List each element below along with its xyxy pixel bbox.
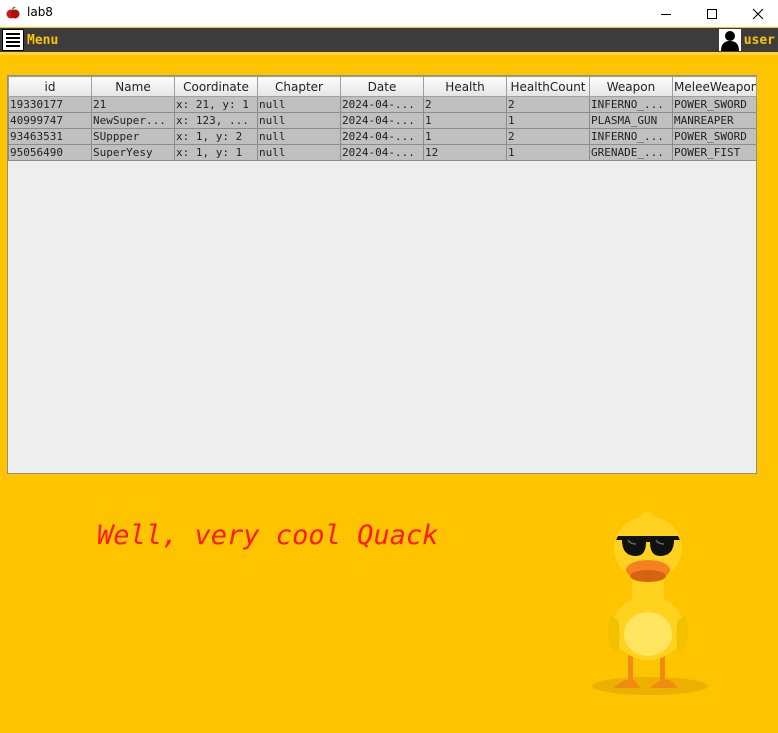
table-row[interactable]: 40999747 NewSuper... x: 123, ... null 20…	[8, 112, 757, 129]
column-header-coordinate[interactable]: Coordinate	[174, 76, 258, 97]
table-cell[interactable]: x: 123, ...	[174, 112, 258, 129]
table-cell[interactable]: 1	[506, 112, 590, 129]
table-cell[interactable]: POWER_FIST	[672, 144, 757, 161]
table-row[interactable]: 19330177 21 x: 21, y: 1 null 2024-04-...…	[8, 96, 757, 113]
table-cell[interactable]: POWER_SWORD	[672, 96, 757, 113]
table-cell[interactable]: 1	[423, 128, 507, 145]
column-header-meleeweapon[interactable]: MeleeWeapon	[672, 76, 757, 97]
quack-caption: Well, very cool Quack	[97, 520, 439, 551]
table-cell[interactable]: 2	[423, 96, 507, 113]
minimize-button[interactable]	[643, 0, 689, 27]
table-cell[interactable]: 93463531	[8, 128, 92, 145]
table-cell[interactable]: 2024-04-...	[340, 128, 424, 145]
table-cell[interactable]: null	[257, 144, 341, 161]
user-label: user	[743, 32, 775, 48]
table-cell[interactable]: null	[257, 128, 341, 145]
cool-duck-illustration	[592, 511, 708, 695]
menu-bar: Menu user	[0, 28, 778, 52]
app-icon	[6, 6, 20, 19]
table-header-row: id Name Coordinate Chapter Date Health H…	[8, 76, 757, 97]
hamburger-menu-icon	[2, 29, 24, 51]
table-cell[interactable]: 40999747	[8, 112, 92, 129]
table-cell[interactable]: x: 1, y: 1	[174, 144, 258, 161]
column-header-name[interactable]: Name	[91, 76, 175, 97]
table-cell[interactable]: SuperYesy	[91, 144, 175, 161]
table-cell[interactable]: 2	[506, 128, 590, 145]
table-cell[interactable]: MANREAPER	[672, 112, 757, 129]
close-button[interactable]	[735, 0, 778, 27]
data-table-panel[interactable]: id Name Coordinate Chapter Date Health H…	[7, 75, 757, 474]
table-cell[interactable]: 2	[506, 96, 590, 113]
minimize-icon	[661, 13, 671, 15]
table-row[interactable]: 95056490 SuperYesy x: 1, y: 1 null 2024-…	[8, 144, 757, 161]
user-button[interactable]: user	[718, 29, 775, 51]
table-cell[interactable]: 1	[423, 112, 507, 129]
table-row[interactable]: 93463531 SUppper x: 1, y: 2 null 2024-04…	[8, 128, 757, 145]
table-cell[interactable]: 95056490	[8, 144, 92, 161]
column-header-date[interactable]: Date	[340, 76, 424, 97]
table-cell[interactable]: null	[257, 112, 341, 129]
menu-divider	[0, 52, 778, 55]
table-cell[interactable]: POWER_SWORD	[672, 128, 757, 145]
window-title: lab8	[27, 5, 53, 19]
column-header-chapter[interactable]: Chapter	[257, 76, 341, 97]
table-cell[interactable]: PLASMA_GUN	[589, 112, 673, 129]
table-cell[interactable]: x: 21, y: 1	[174, 96, 258, 113]
table-cell[interactable]: SUppper	[91, 128, 175, 145]
table-cell[interactable]: NewSuper...	[91, 112, 175, 129]
table-cell[interactable]: 2024-04-...	[340, 144, 424, 161]
table-cell[interactable]: GRENADE_...	[589, 144, 673, 161]
table-cell[interactable]: null	[257, 96, 341, 113]
user-icon	[718, 29, 741, 51]
table-cell[interactable]: 2024-04-...	[340, 112, 424, 129]
column-header-healthcount[interactable]: HealthCount	[506, 76, 590, 97]
table-cell[interactable]: INFERNO_...	[589, 96, 673, 113]
table-cell[interactable]: 2024-04-...	[340, 96, 424, 113]
window-titlebar: lab8	[0, 0, 778, 27]
table-cell[interactable]: 19330177	[8, 96, 92, 113]
column-header-id[interactable]: id	[8, 76, 92, 97]
maximize-icon	[707, 8, 717, 19]
maximize-button[interactable]	[689, 0, 735, 27]
column-header-weapon[interactable]: Weapon	[589, 76, 673, 97]
menu-button[interactable]: Menu	[2, 29, 58, 51]
column-header-health[interactable]: Health	[423, 76, 507, 97]
table-cell[interactable]: 1	[506, 144, 590, 161]
table-cell[interactable]: x: 1, y: 2	[174, 128, 258, 145]
data-table: id Name Coordinate Chapter Date Health H…	[8, 76, 757, 161]
table-cell[interactable]: INFERNO_...	[589, 128, 673, 145]
close-icon	[752, 8, 764, 19]
menu-label: Menu	[27, 32, 59, 48]
table-cell[interactable]: 21	[91, 96, 175, 113]
table-cell[interactable]: 12	[423, 144, 507, 161]
